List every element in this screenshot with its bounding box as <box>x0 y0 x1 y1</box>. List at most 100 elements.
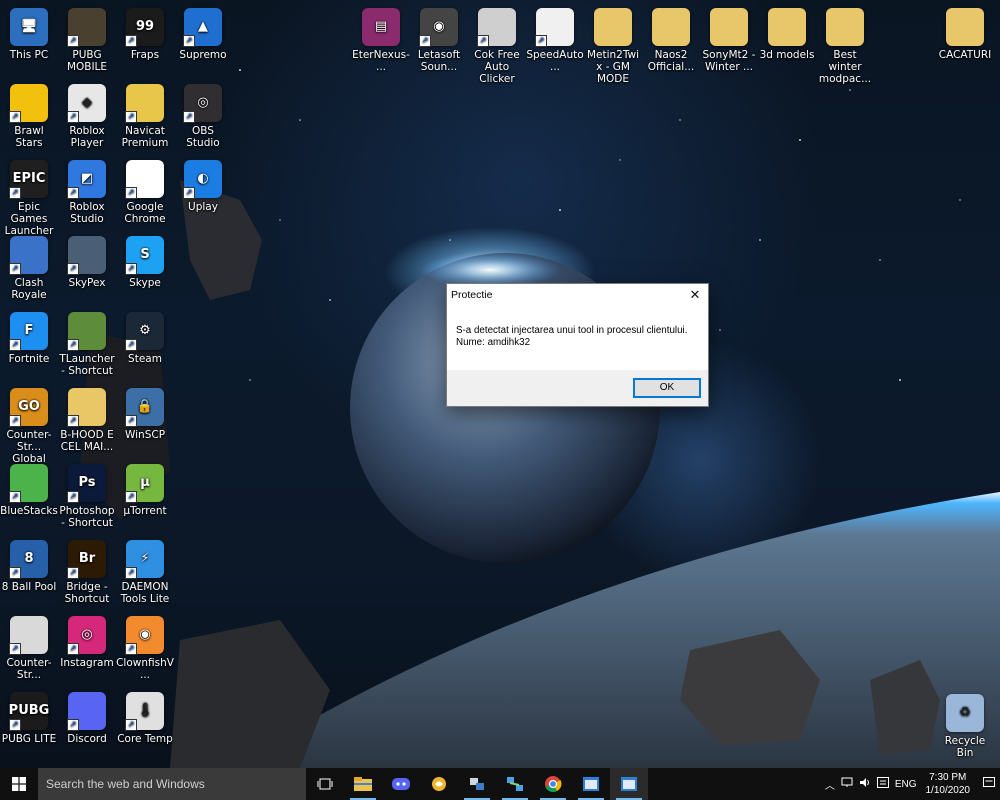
best-winter-modpac-icon <box>826 8 864 46</box>
search-box[interactable]: Search the web and Windows <box>38 768 306 800</box>
desktop-icon-bridge-shortcut[interactable]: Br ↗ Bridge - Shortcut <box>58 540 116 605</box>
counter-str-global-offe-icon: GO ↗ <box>9 388 48 427</box>
show-hidden-icons-chevron-icon[interactable]: ︿ <box>822 777 838 792</box>
clock[interactable]: 7:30 PM 1/10/2020 <box>920 771 979 797</box>
network-icon[interactable] <box>838 777 856 791</box>
input-indicator-icon[interactable] <box>874 777 892 791</box>
desktop-icon-skype[interactable]: S ↗ Skype <box>116 236 174 289</box>
desktop-icon-label: ClownfishV... <box>116 657 174 681</box>
window-app-taskbar-button[interactable] <box>572 768 610 800</box>
desktop-icon-instagram[interactable]: ◎ ↗ Instagram <box>58 616 116 669</box>
shortcut-arrow-icon: ↗ <box>9 263 21 275</box>
desktop-icon-best-winter-modpac[interactable]: Best winter modpac... <box>816 8 874 85</box>
desktop-icon-navicat-premium[interactable]: ↗ Navicat Premium <box>116 84 174 149</box>
shortcut-arrow-icon: ↗ <box>9 643 21 655</box>
desktop-icon-this-pc[interactable]: 🖥 This PC <box>0 8 58 61</box>
desktop-icon-clash-royale[interactable]: ↗ Clash Royale <box>0 236 58 301</box>
taskbar: Search the web and Windows ︿ ENG 7:30 PM… <box>0 768 1000 800</box>
notification-center-icon[interactable] <box>978 776 1000 792</box>
network-share-taskbar-button[interactable] <box>458 768 496 800</box>
bluestacks-icon: ↗ <box>9 464 48 503</box>
volume-icon[interactable] <box>856 777 874 791</box>
desktop-icon-supremo[interactable]: ▲ ↗ Supremo <box>174 8 232 61</box>
ok-button[interactable]: OK <box>633 378 701 398</box>
language-indicator[interactable]: ENG <box>892 779 920 790</box>
desktop-icon-label: EterNexus-... <box>352 49 410 73</box>
desktop-icon-cok-free-auto-clicker[interactable]: ↗ Cok Free Auto Clicker <box>468 8 526 85</box>
discord-taskbar-button[interactable] <box>382 768 420 800</box>
desktop-icon-daemon-tools-lite[interactable]: ⚡ ↗ DAEMON Tools Lite <box>116 540 174 605</box>
desktop-icon-obs-studio[interactable]: ◎ ↗ OBS Studio <box>174 84 232 149</box>
desktop-icon-speedauto[interactable]: ↗ SpeedAuto... <box>526 8 584 73</box>
chrome-taskbar-button[interactable] <box>534 768 572 800</box>
clock-time: 7:30 PM <box>929 772 967 783</box>
desktop-icon-core-temp[interactable]: 🌡 ↗ Core Temp <box>116 692 174 745</box>
brawl-stars-icon: ↗ <box>9 84 48 123</box>
file-explorer-button[interactable] <box>344 768 382 800</box>
dialog-message-line2: Nume: amdihk32 <box>456 337 531 348</box>
desktop-icon-counter-str[interactable]: ↗ Counter-Str... <box>0 616 58 681</box>
desktop-icon-label: CACATURI <box>938 49 992 61</box>
desktop-icon-discord[interactable]: ↗ Discord <box>58 692 116 745</box>
desktop-icon-pubg-lite[interactable]: PUBG ↗ PUBG LITE <box>0 692 58 745</box>
yellow-app-icon <box>432 777 446 791</box>
desktop-icon-fortnite[interactable]: F ↗ Fortnite <box>0 312 58 365</box>
desktop-icon-eternexus[interactable]: ▤ EterNexus-... <box>352 8 410 73</box>
desktop-icon-sonymt2-winter[interactable]: SonyMt2 - Winter ... <box>700 8 758 73</box>
desktop-icon-cacaturi[interactable]: CACATURI <box>936 8 994 61</box>
desktop-icon-epic-games-launcher[interactable]: EPIC ↗ Epic Games Launcher <box>0 160 58 237</box>
desktop-icon-torrent[interactable]: µ ↗ µTorrent <box>116 464 174 517</box>
desktop-icon-recycle-bin[interactable]: ♻ Recycle Bin <box>936 694 994 759</box>
desktop-icon-8-ball-pool[interactable]: 8 ↗ 8 Ball Pool <box>0 540 58 593</box>
b-hood-e-cel-mai-icon: ↗ <box>67 388 106 427</box>
desktop-icon-label: Letasoft Soun... <box>417 49 461 73</box>
desktop-icon-3d-models[interactable]: 3d models <box>758 8 816 61</box>
desktop-icon-bluestacks[interactable]: ↗ BlueStacks <box>0 464 58 517</box>
desktop-icon-b-hood-e-cel-mai[interactable]: ↗ B-HOOD E CEL MAI... <box>58 388 116 453</box>
winscp-icon: 🔒 ↗ <box>125 388 164 427</box>
desktop-icon-label: SkyPex <box>68 277 106 289</box>
skypex-icon: ↗ <box>67 236 106 275</box>
obs-studio-icon: ◎ ↗ <box>183 84 222 123</box>
desktop-icon-google-chrome[interactable]: ↗ Google Chrome <box>116 160 174 225</box>
desktop-icon-clownfishv[interactable]: ◉ ↗ ClownfishV... <box>116 616 174 681</box>
desktop-icon-photoshop-shortcut[interactable]: Ps ↗ Photoshop - Shortcut <box>58 464 116 529</box>
shortcut-arrow-icon: ↗ <box>9 339 21 351</box>
shortcut-arrow-icon: ↗ <box>9 491 21 503</box>
window-app-icon <box>583 777 599 791</box>
shortcut-arrow-icon: ↗ <box>67 719 79 731</box>
desktop-icon-label: SonyMt2 - Winter ... <box>702 49 756 73</box>
close-icon[interactable]: ✕ <box>686 286 704 304</box>
desktop-icon-metin2twix-gm-mode[interactable]: Metin2Twix - GM MODE <box>584 8 642 85</box>
desktop-icon-roblox-studio[interactable]: ◩ ↗ Roblox Studio <box>58 160 116 225</box>
desktop-icon-label: Recycle Bin <box>944 735 986 759</box>
desktop-icon-label: Cok Free Auto Clicker <box>474 49 520 85</box>
window-app-2-taskbar-button[interactable] <box>610 768 648 800</box>
desktop-icon-roblox-player[interactable]: ◆ ↗ Roblox Player <box>58 84 116 149</box>
desktop-icon-pubg-mobile[interactable]: ↗ PUBG MOBILE <box>58 8 116 73</box>
task-view-button[interactable] <box>306 768 344 800</box>
desktop-icon-fraps[interactable]: 99 ↗ Fraps <box>116 8 174 61</box>
desktop-icon-brawl-stars[interactable]: ↗ Brawl Stars <box>0 84 58 149</box>
desktop-icon-steam[interactable]: ⚙ ↗ Steam <box>116 312 174 365</box>
desktop-icon-label: Google Chrome <box>124 201 166 225</box>
desktop-icon-tlauncher-shortcut[interactable]: ↗ TLauncher - Shortcut <box>58 312 116 377</box>
desktop-icon-label: Fortnite <box>8 353 50 365</box>
desktop-icon-uplay[interactable]: ◐ ↗ Uplay <box>174 160 232 213</box>
shortcut-arrow-icon: ↗ <box>125 567 137 579</box>
shortcut-arrow-icon: ↗ <box>183 35 195 47</box>
yellow-app-taskbar-button[interactable] <box>420 768 458 800</box>
desktop-icon-label: Fraps <box>130 49 160 61</box>
shortcut-arrow-icon: ↗ <box>9 111 21 123</box>
dialog-message: S-a detectat injectarea unui tool in pro… <box>447 306 708 373</box>
discord-icon: ↗ <box>67 692 106 731</box>
roblox-studio-icon: ◩ ↗ <box>67 160 106 199</box>
desktop-icon-label: Clash Royale <box>11 277 47 301</box>
network-app-taskbar-button[interactable] <box>496 768 534 800</box>
speedauto-icon: ↗ <box>535 8 574 47</box>
desktop-icon-winscp[interactable]: 🔒 ↗ WinSCP <box>116 388 174 441</box>
desktop-icon-letasoft-soun[interactable]: ◉ ↗ Letasoft Soun... <box>410 8 468 73</box>
desktop-icon-skypex[interactable]: ↗ SkyPex <box>58 236 116 289</box>
start-button[interactable] <box>0 768 38 800</box>
desktop-icon-naos2-official[interactable]: Naos2 Official... <box>642 8 700 73</box>
